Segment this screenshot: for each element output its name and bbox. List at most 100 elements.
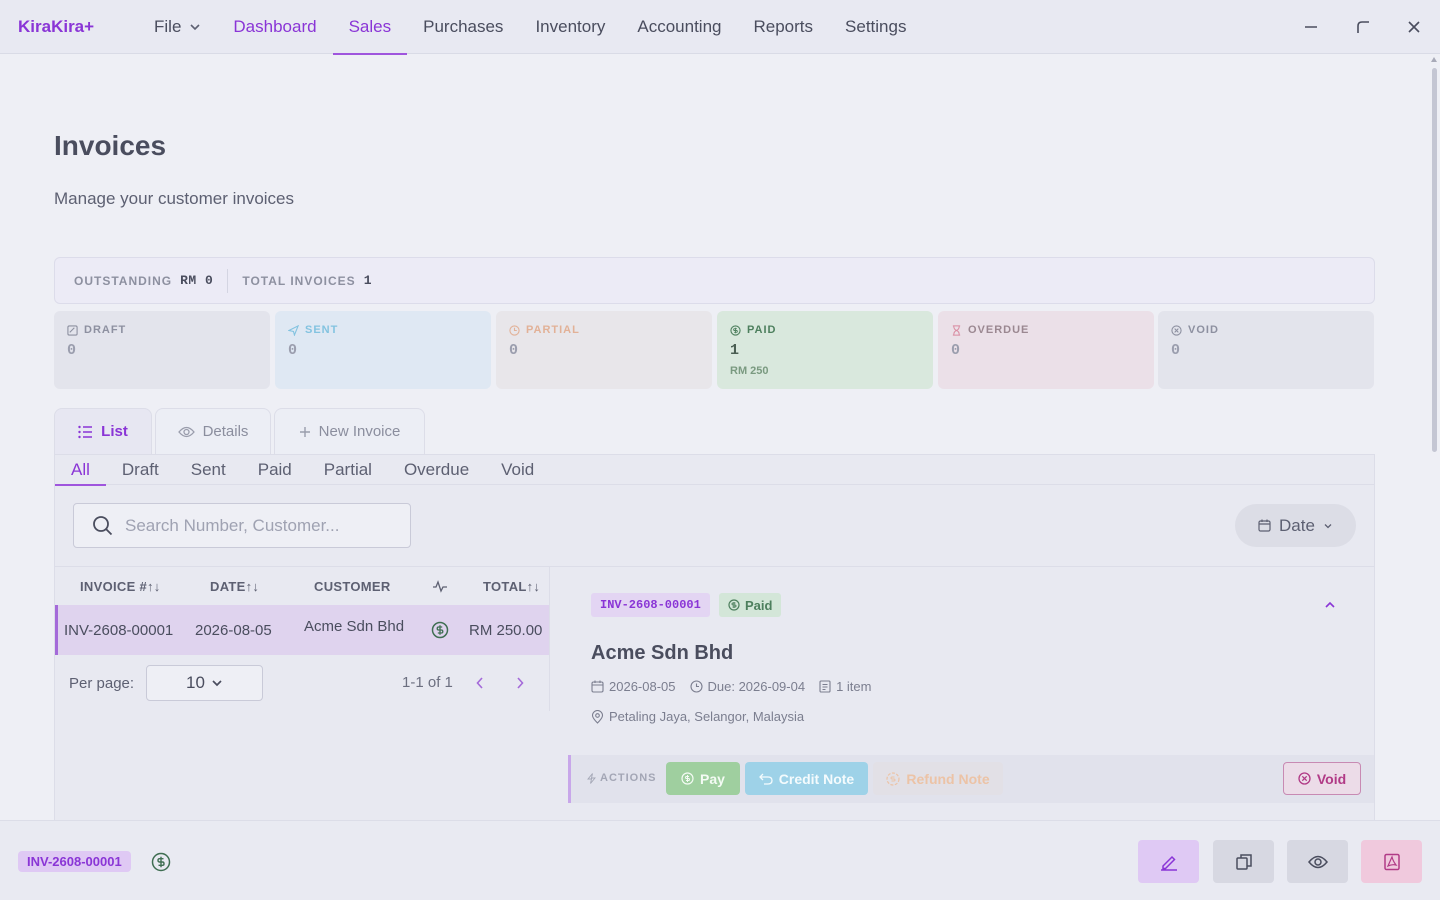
x-circle-icon <box>1171 324 1182 336</box>
cell-status <box>431 605 449 655</box>
status-card-paid[interactable]: PAID 1 RM 250 <box>717 311 933 389</box>
cell-customer: Acme Sdn Bhd <box>304 618 405 635</box>
status-card-count: 0 <box>509 342 519 359</box>
tab-list[interactable]: List <box>54 408 152 454</box>
actions-bar: ACTIONS Pay Credit Note Refund Note Void <box>568 755 1374 803</box>
filter-partial[interactable]: Partial <box>308 455 388 485</box>
close-button[interactable] <box>1389 0 1439 54</box>
pdf-button[interactable] <box>1361 840 1422 883</box>
paid-status-icon <box>151 852 171 877</box>
chevron-left-icon <box>476 677 483 689</box>
void-button[interactable]: Void <box>1283 762 1361 795</box>
nav-sales[interactable]: Sales <box>332 0 408 55</box>
outstanding-value: RM 0 <box>180 273 214 288</box>
prev-page-button[interactable] <box>473 674 487 692</box>
status-badge-label: Paid <box>745 597 773 613</box>
status-card-draft[interactable]: DRAFT 0 <box>54 311 270 389</box>
x-circle-icon <box>1298 772 1311 785</box>
edit-button[interactable] <box>1138 840 1199 883</box>
column-date[interactable]: DATE↑↓ <box>210 567 259 605</box>
filter-all[interactable]: All <box>55 455 106 486</box>
status-card-count: 0 <box>67 342 77 359</box>
actions-label-text: ACTIONS <box>600 772 657 784</box>
credit-note-button[interactable]: Credit Note <box>745 762 868 795</box>
per-page-value: 10 <box>186 673 205 692</box>
table-row[interactable]: INV-2608-00001 2026-08-05 Acme Sdn Bhd R… <box>55 605 549 655</box>
nav-inventory[interactable]: Inventory <box>519 0 621 54</box>
filter-paid[interactable]: Paid <box>242 455 308 485</box>
send-icon <box>288 324 299 336</box>
pagination-range: 1-1 of 1 <box>402 674 453 691</box>
selected-invoice-chip: INV-2608-00001 <box>18 851 131 872</box>
next-page-button[interactable] <box>513 674 527 692</box>
status-card-overdue[interactable]: OVERDUE 0 <box>938 311 1154 389</box>
calendar-icon <box>591 680 604 693</box>
total-invoices-value: 1 <box>363 273 372 288</box>
status-card-partial[interactable]: PARTIAL 0 <box>496 311 712 389</box>
table-header: INVOICE #↑↓ DATE↑↓ CUSTOMER TOTAL↑↓ <box>55 567 549 605</box>
preview-button[interactable] <box>1287 840 1348 883</box>
column-invoice-number[interactable]: INVOICE #↑↓ <box>80 567 161 605</box>
tab-list-label: List <box>101 423 128 440</box>
dollar-circle-icon <box>728 599 740 611</box>
chevron-down-icon <box>212 680 222 687</box>
edit-icon <box>1160 855 1177 871</box>
filter-draft[interactable]: Draft <box>106 455 175 485</box>
nav-purchases[interactable]: Purchases <box>407 0 519 54</box>
status-badge: Paid <box>719 593 782 617</box>
nav-settings[interactable]: Settings <box>829 0 922 54</box>
clock-icon <box>509 324 520 336</box>
nav-accounting[interactable]: Accounting <box>621 0 737 54</box>
filter-sent[interactable]: Sent <box>175 455 242 485</box>
page-title: Invoices <box>54 130 167 161</box>
plus-icon <box>299 426 310 437</box>
search-input[interactable] <box>125 515 385 536</box>
divider <box>227 268 229 293</box>
tab-details-label: Details <box>202 423 249 440</box>
collapse-button[interactable] <box>1322 597 1338 613</box>
filter-void[interactable]: Void <box>485 455 550 485</box>
tab-new-invoice[interactable]: New Invoice <box>274 408 425 454</box>
status-card-sent[interactable]: SENT 0 <box>275 311 491 389</box>
column-total[interactable]: TOTAL↑↓ <box>483 567 540 605</box>
status-card-label: DRAFT <box>84 324 127 336</box>
chevron-right-icon <box>517 677 524 689</box>
date-filter-button[interactable]: Date <box>1235 504 1356 547</box>
dollar-circle-icon <box>431 621 449 639</box>
search-icon <box>93 516 113 536</box>
refund-note-button[interactable]: Refund Note <box>873 762 1003 795</box>
list-icon <box>78 425 93 438</box>
scrollbar-thumb[interactable] <box>1432 68 1437 452</box>
nav-reports[interactable]: Reports <box>738 0 830 54</box>
chevron-down-icon <box>189 21 201 33</box>
status-card-label: PARTIAL <box>526 324 580 336</box>
status-card-label: OVERDUE <box>968 324 1030 336</box>
restore-icon <box>1357 21 1369 33</box>
maximize-button[interactable] <box>1338 0 1388 54</box>
tab-details[interactable]: Details <box>155 408 271 454</box>
menu-file[interactable]: File <box>138 0 217 54</box>
minimize-button[interactable] <box>1286 0 1336 54</box>
status-card-count: 0 <box>951 342 961 359</box>
map-pin-icon <box>591 709 604 724</box>
invoice-item-count: 1 item <box>836 679 872 694</box>
eye-icon <box>177 426 195 437</box>
scroll-up-arrow[interactable] <box>1431 57 1437 62</box>
status-card-label: PAID <box>747 324 777 336</box>
pay-button-label: Pay <box>700 770 725 787</box>
refund-note-button-label: Refund Note <box>906 770 990 787</box>
column-customer[interactable]: CUSTOMER <box>314 567 391 605</box>
per-page-select[interactable]: 10 <box>146 665 263 701</box>
invoice-date: 2026-08-05 <box>609 679 676 694</box>
clock-icon <box>689 680 703 693</box>
scrollbar[interactable] <box>1428 54 1440 820</box>
customer-name: Acme Sdn Bhd <box>591 642 734 664</box>
filter-overdue[interactable]: Overdue <box>388 455 485 485</box>
status-card-count: 0 <box>1171 342 1181 359</box>
pay-button[interactable]: Pay <box>666 762 740 795</box>
status-card-void[interactable]: VOID 0 <box>1158 311 1374 389</box>
eye-icon <box>1307 855 1328 868</box>
top-bar: KiraKira+ File Dashboard Sales Purchases… <box>0 0 1440 55</box>
duplicate-button[interactable] <box>1213 840 1274 883</box>
nav-dashboard[interactable]: Dashboard <box>217 0 332 54</box>
